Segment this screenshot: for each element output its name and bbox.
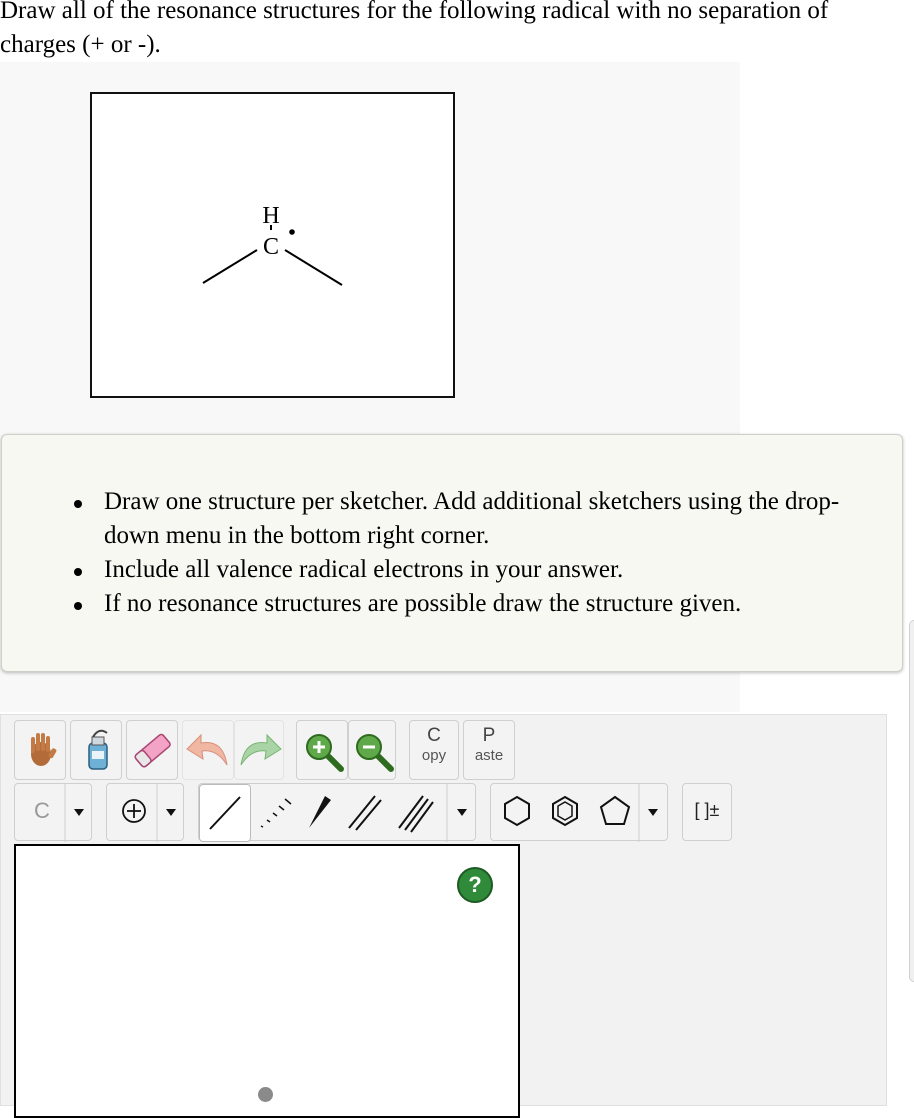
zoom-in-button[interactable] — [296, 720, 348, 780]
paste-label-bottom: aste — [474, 747, 504, 764]
instruction-item: Draw one structure per sketcher. Add add… — [68, 485, 878, 553]
paste-button[interactable]: P aste — [463, 720, 515, 780]
propyl-radical-structure: H C — [202, 203, 343, 286]
instruction-item: If no resonance structures are possible … — [68, 587, 878, 621]
eraser-button[interactable] — [126, 720, 178, 780]
undo-icon — [186, 733, 228, 766]
redo-button[interactable] — [234, 720, 284, 780]
undo-button[interactable] — [182, 720, 234, 780]
copy-label-top: C — [427, 725, 441, 746]
charge-plus-icon — [122, 784, 176, 842]
copy-button[interactable]: C opy — [409, 720, 459, 780]
cyclohexane-icon — [504, 795, 530, 827]
radical-electron-dot — [289, 229, 295, 235]
bond-icons — [260, 784, 467, 842]
wedge-bond-icon — [309, 796, 331, 828]
paste-label-top: P — [482, 725, 496, 746]
eraser-icon — [134, 733, 171, 768]
zoom-in-icon — [306, 734, 344, 772]
ring-icons — [504, 784, 658, 842]
side-scroll-tab[interactable] — [909, 620, 914, 982]
hand-tool-button[interactable] — [14, 720, 66, 780]
element-selector[interactable]: C — [14, 783, 92, 842]
chevron-down-icon — [648, 809, 658, 816]
sketcher-canvas[interactable] — [14, 844, 520, 1118]
canvas-cursor-dot — [258, 1087, 273, 1102]
carbon-atom-label: C — [263, 234, 279, 260]
reagent-bottle-icon — [88, 729, 108, 770]
bracket-button[interactable]: [ ]± — [682, 783, 732, 841]
benzene-icon — [552, 795, 578, 827]
help-button[interactable]: ? — [457, 867, 493, 903]
triple-bond-icon — [398, 795, 434, 833]
redo-icon — [240, 733, 282, 766]
cyclopentane-icon — [599, 795, 631, 825]
bracket-charge-label: [ ]± — [694, 800, 720, 820]
instructions-box: Draw one structure per sketcher. Add add… — [1, 434, 903, 672]
molecule-figure: H C — [90, 92, 455, 398]
instructions-list: Draw one structure per sketcher. Add add… — [68, 485, 878, 621]
question-text: Draw all of the resonance structures for… — [0, 0, 829, 58]
hydrogen-atom-label: H — [262, 203, 279, 229]
zoom-out-button[interactable] — [348, 720, 396, 780]
hand-tool-icon — [31, 733, 57, 766]
bond-toolbar — [198, 783, 476, 842]
ring-toolbar[interactable] — [490, 783, 668, 842]
double-bond-icon — [348, 795, 382, 831]
copy-label-bottom: opy — [421, 747, 447, 764]
chevron-down-icon — [457, 809, 467, 816]
charge-selector[interactable] — [106, 783, 184, 842]
chevron-down-icon — [64, 784, 84, 842]
hashed-bond-icon — [260, 798, 292, 828]
reagent-button[interactable] — [70, 720, 122, 780]
zoom-out-icon — [356, 734, 394, 772]
instruction-item: Include all valence radical electrons in… — [68, 553, 878, 587]
